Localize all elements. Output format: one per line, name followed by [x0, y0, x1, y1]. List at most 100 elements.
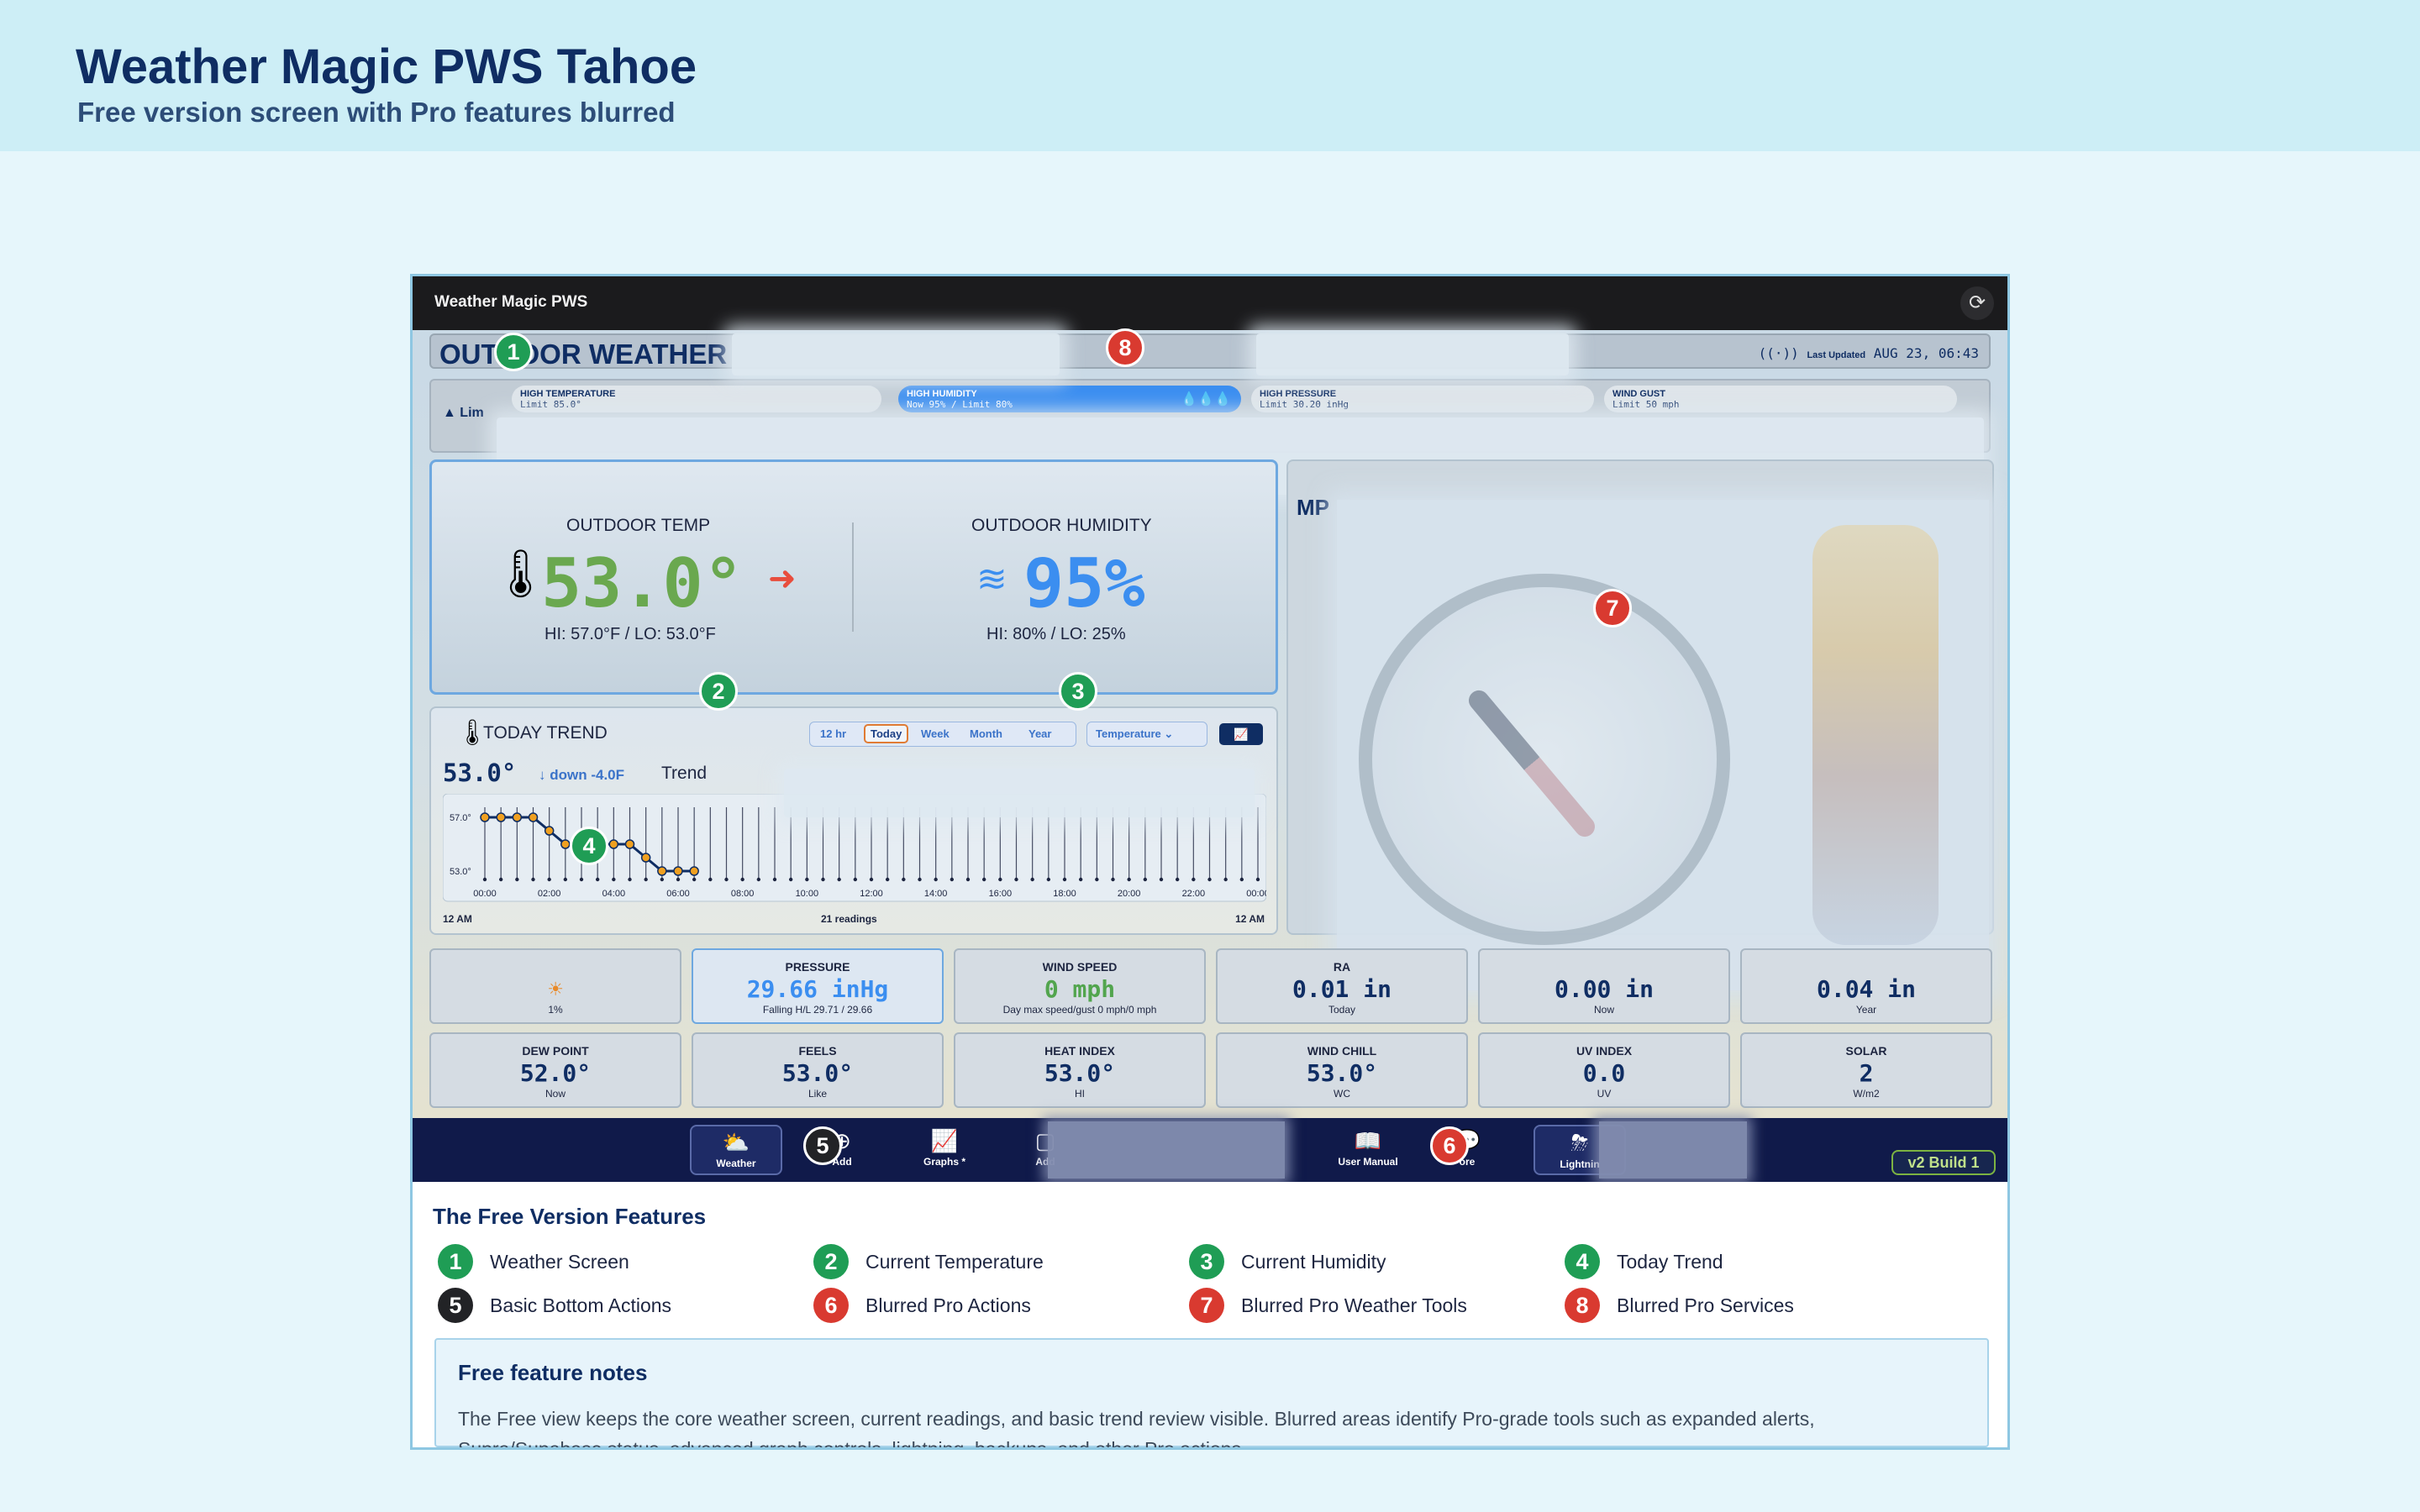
alert-chip-high-temperature[interactable]: HIGH TEMPERATURE Limit 85.0° — [512, 386, 881, 412]
today-trend-title: TODAY TREND — [483, 723, 608, 743]
refresh-icon[interactable]: ⟳ — [1960, 286, 1994, 320]
range-tab-12hr[interactable]: 12 hr — [815, 726, 851, 742]
blurred-tool-gauge — [1812, 525, 1939, 945]
graph-icon: 📈 — [930, 1128, 959, 1153]
tile-title: FEELS — [798, 1044, 837, 1058]
tile-sub: 1% — [548, 1004, 563, 1016]
alert-chip-wind-gust[interactable]: WIND GUST Limit 50 mph — [1604, 386, 1957, 412]
tile-title: WIND CHILL — [1307, 1044, 1377, 1058]
baseline-dot — [740, 877, 744, 882]
water-drops-icon: 💧💧💧 — [1181, 392, 1231, 407]
baseline-dot — [885, 877, 890, 882]
baseline-dot — [1192, 877, 1196, 882]
nav-graphs-button[interactable]: 📈 Graphs * — [898, 1125, 991, 1175]
x-tick-label: 22:00 — [1182, 889, 1206, 899]
baseline-dot — [1095, 877, 1099, 882]
chart-type-button[interactable]: 📈 — [1219, 723, 1263, 745]
range-tab-today[interactable]: Today — [864, 724, 909, 743]
range-tabs: 12 hr Today Week Month Year — [809, 722, 1076, 747]
tile-sub: Day max speed/gust 0 mph/0 mph — [1002, 1004, 1157, 1016]
tile-value: 29.66 inHg — [746, 975, 889, 1003]
baseline-dot — [1239, 877, 1244, 882]
data-point — [512, 812, 523, 822]
legend-item-blurred-pro-actions: Blurred Pro Actions — [865, 1294, 1031, 1316]
alerts-warning-label: Lim — [460, 406, 484, 420]
tile-rain-today: RA 0.01 in Today — [1216, 948, 1468, 1024]
tile-sub: Now — [1593, 1004, 1614, 1016]
tile-value: 53.0° — [781, 1059, 854, 1087]
legend-item-today-trend: Today Trend — [1617, 1251, 1723, 1273]
baseline-dot — [788, 877, 793, 882]
x-tick-label: 16:00 — [989, 889, 1013, 899]
x-tick-label: 14:00 — [924, 889, 948, 899]
legend-badge-5: 5 — [438, 1288, 473, 1323]
outdoor-humidity-label: OUTDOOR HUMIDITY — [971, 516, 1152, 535]
tile-rain-year: 0.04 in Year — [1740, 948, 1992, 1024]
last-updated: ((·)) Last Updated AUG 23, 06:43 — [1759, 345, 1979, 361]
range-tab-month[interactable]: Month — [965, 726, 1007, 742]
range-tab-week[interactable]: Week — [916, 726, 955, 742]
legend-badge-3: 3 — [1189, 1244, 1224, 1279]
baseline-dot — [934, 877, 938, 882]
tile-title: PRESSURE — [785, 960, 850, 974]
data-point — [528, 812, 539, 822]
legend-badge-1: 1 — [438, 1244, 473, 1279]
nav-weather-button[interactable]: ⛅ Weather — [690, 1125, 782, 1175]
marker-badge-3: 3 — [1059, 672, 1097, 711]
baseline-dot — [531, 877, 535, 882]
tile-title: WIND SPEED — [1042, 960, 1118, 974]
x-tick-label: 18:00 — [1053, 889, 1076, 899]
feature-notes-body: The Free view keeps the core weather scr… — [458, 1408, 1815, 1450]
data-point — [560, 839, 571, 849]
x-tick-label: 06:00 — [666, 889, 690, 899]
baseline-dot — [853, 877, 858, 882]
blurred-pro-actions-2 — [1599, 1121, 1747, 1179]
x-tick-label: 02:00 — [538, 889, 561, 899]
outdoor-weather-title: OUTDOOR WEATHER — [439, 339, 728, 370]
tile-value: 0 mph — [1044, 975, 1116, 1003]
y-tick-label: 57.0° — [450, 813, 471, 823]
baseline-dot — [821, 877, 825, 882]
tile-rain-now: 0.00 in Now — [1478, 948, 1730, 1024]
x-tick-label: 20:00 — [1118, 889, 1141, 899]
range-tab-year[interactable]: Year — [1023, 726, 1056, 742]
tile-title: HEAT INDEX — [1044, 1044, 1115, 1058]
signal-icon: ((·)) — [1758, 345, 1799, 361]
alert-chip-high-humidity[interactable]: HIGH HUMIDITY Now 95% / Limit 80% 💧💧💧 — [898, 386, 1241, 412]
baseline-dot — [1046, 877, 1051, 882]
alert-chip-high-pressure[interactable]: HIGH PRESSURE Limit 30.20 inHg — [1251, 386, 1594, 412]
tile-value: 0.04 in — [1816, 975, 1916, 1003]
baseline-dot — [708, 877, 713, 882]
tile-value: 53.0° — [1306, 1059, 1378, 1087]
alert-chip-value: Limit 50 mph — [1612, 399, 1680, 410]
data-point — [608, 839, 619, 849]
baseline-dot — [1223, 877, 1228, 882]
metric-select[interactable]: Temperature ⌄ — [1086, 722, 1207, 747]
outdoor-humidity-value: 95% — [1023, 544, 1145, 622]
data-point — [640, 853, 651, 863]
tile-value: 0.0 — [1582, 1059, 1626, 1087]
data-point — [673, 866, 683, 876]
tile-sub: Like — [808, 1088, 827, 1100]
blurred-graph-controls — [784, 769, 1255, 817]
baseline-dot — [1159, 877, 1164, 882]
baseline-dot — [612, 877, 616, 882]
tile-heat-index: HEAT INDEX 53.0° HI — [954, 1032, 1206, 1108]
tile-value: 0.00 in — [1554, 975, 1654, 1003]
data-point — [496, 812, 506, 822]
x-tick-label: 00:00 — [473, 889, 497, 899]
tile-pressure: PRESSURE 29.66 inHg Falling H/L 29.71 / … — [692, 948, 944, 1024]
legend-badge-2: 2 — [813, 1244, 849, 1279]
title-bar: Weather Magic PWS ⟳ — [413, 276, 2007, 330]
data-point — [624, 839, 635, 849]
nav-user-manual-button[interactable]: 📖 User Manual — [1322, 1125, 1414, 1175]
sun-icon: ☀ — [548, 975, 563, 1003]
baseline-dot — [1111, 877, 1115, 882]
blurred-pro-services — [732, 333, 1060, 375]
baseline-dot — [756, 877, 761, 882]
baseline-dot — [692, 877, 697, 882]
y-tick-label: 53.0° — [450, 867, 471, 877]
baseline-dot — [498, 877, 503, 882]
baseline-dot — [902, 877, 906, 882]
nav-label: User Manual — [1338, 1156, 1398, 1168]
